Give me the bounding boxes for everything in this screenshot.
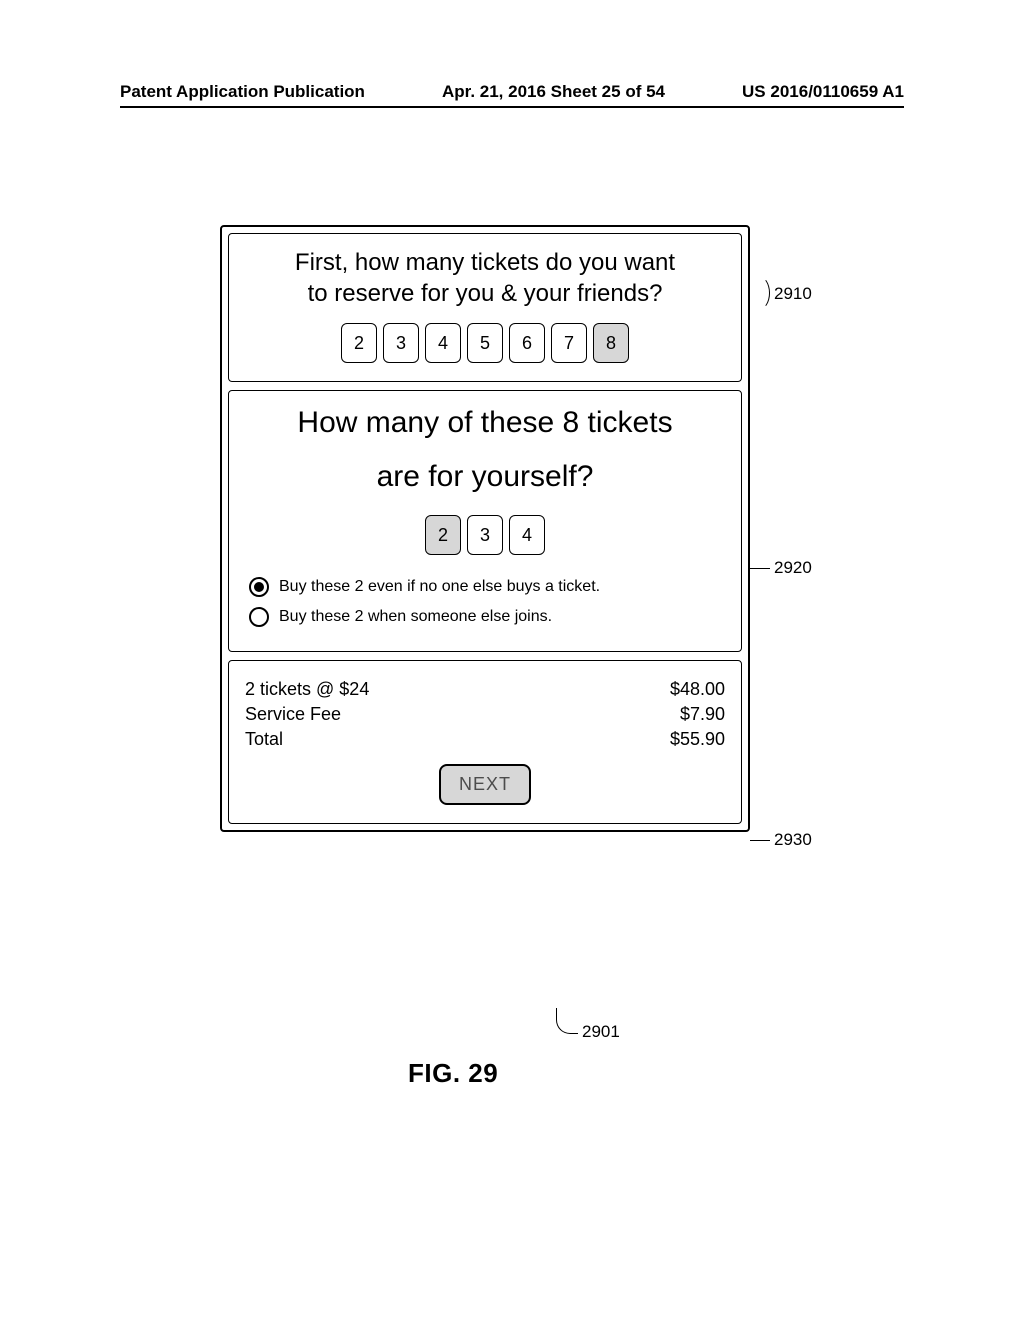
figure-stage: First, how many tickets do you want to r… [220, 225, 750, 832]
summary-line-fee: Service Fee $7.90 [245, 704, 725, 725]
buy-condition-group: Buy these 2 even if no one else buys a t… [245, 577, 725, 627]
screen-outline: First, how many tickets do you want to r… [220, 225, 750, 832]
reserve-option-2[interactable]: 2 [341, 323, 377, 363]
self-option-4[interactable]: 4 [509, 515, 545, 555]
radio-buy-regardless-label: Buy these 2 even if no one else buys a t… [279, 578, 600, 596]
self-option-3[interactable]: 3 [467, 515, 503, 555]
radio-buy-regardless[interactable]: Buy these 2 even if no one else buys a t… [249, 577, 725, 597]
panel-reserve-count: First, how many tickets do you want to r… [228, 233, 742, 382]
self-options-row: 2 3 4 [245, 515, 725, 555]
reserve-option-3[interactable]: 3 [383, 323, 419, 363]
header-rule [120, 106, 904, 108]
reserve-option-7[interactable]: 7 [551, 323, 587, 363]
prompt-reserve-line1: First, how many tickets do you want [245, 248, 725, 279]
figure-title: FIG. 29 [408, 1058, 498, 1089]
prompt-reserve-line2: to reserve for you & your friends? [245, 279, 725, 310]
prompt-self-line1: How many of these 8 tickets [245, 405, 725, 441]
reserve-option-6[interactable]: 6 [509, 323, 545, 363]
radio-unselected-icon [249, 607, 269, 627]
callout-2930-label: 2930 [774, 830, 812, 850]
radio-buy-when-joined-label: Buy these 2 when someone else joins. [279, 608, 552, 626]
callout-2910-label: 2910 [774, 284, 812, 304]
line-fee-value: $7.90 [680, 704, 725, 725]
reserve-option-8[interactable]: 8 [593, 323, 629, 363]
next-button[interactable]: NEXT [439, 764, 531, 805]
radio-selected-icon [249, 577, 269, 597]
header-middle: Apr. 21, 2016 Sheet 25 of 54 [442, 82, 665, 102]
line-tickets-value: $48.00 [670, 679, 725, 700]
summary-line-total: Total $55.90 [245, 729, 725, 750]
prompt-self-line2: are for yourself? [245, 459, 725, 495]
reserve-option-4[interactable]: 4 [425, 323, 461, 363]
callout-2920-label: 2920 [774, 558, 812, 578]
line-total-label: Total [245, 729, 283, 750]
summary-line-items: 2 tickets @ $24 $48.00 [245, 679, 725, 700]
radio-buy-when-joined[interactable]: Buy these 2 when someone else joins. [249, 607, 725, 627]
callout-2901-hook [556, 1008, 578, 1034]
line-fee-label: Service Fee [245, 704, 341, 725]
line-total-value: $55.90 [670, 729, 725, 750]
page-header: Patent Application Publication Apr. 21, … [0, 82, 1024, 108]
header-right: US 2016/0110659 A1 [742, 82, 904, 102]
callout-2901-label: 2901 [582, 1022, 620, 1042]
panel-self-count: How many of these 8 tickets are for your… [228, 390, 742, 652]
reserve-option-5[interactable]: 5 [467, 323, 503, 363]
self-option-2[interactable]: 2 [425, 515, 461, 555]
line-tickets-label: 2 tickets @ $24 [245, 679, 369, 700]
panel-summary: 2 tickets @ $24 $48.00 Service Fee $7.90… [228, 660, 742, 824]
reserve-options-row: 2 3 4 5 6 7 8 [245, 323, 725, 363]
header-left: Patent Application Publication [120, 82, 365, 102]
